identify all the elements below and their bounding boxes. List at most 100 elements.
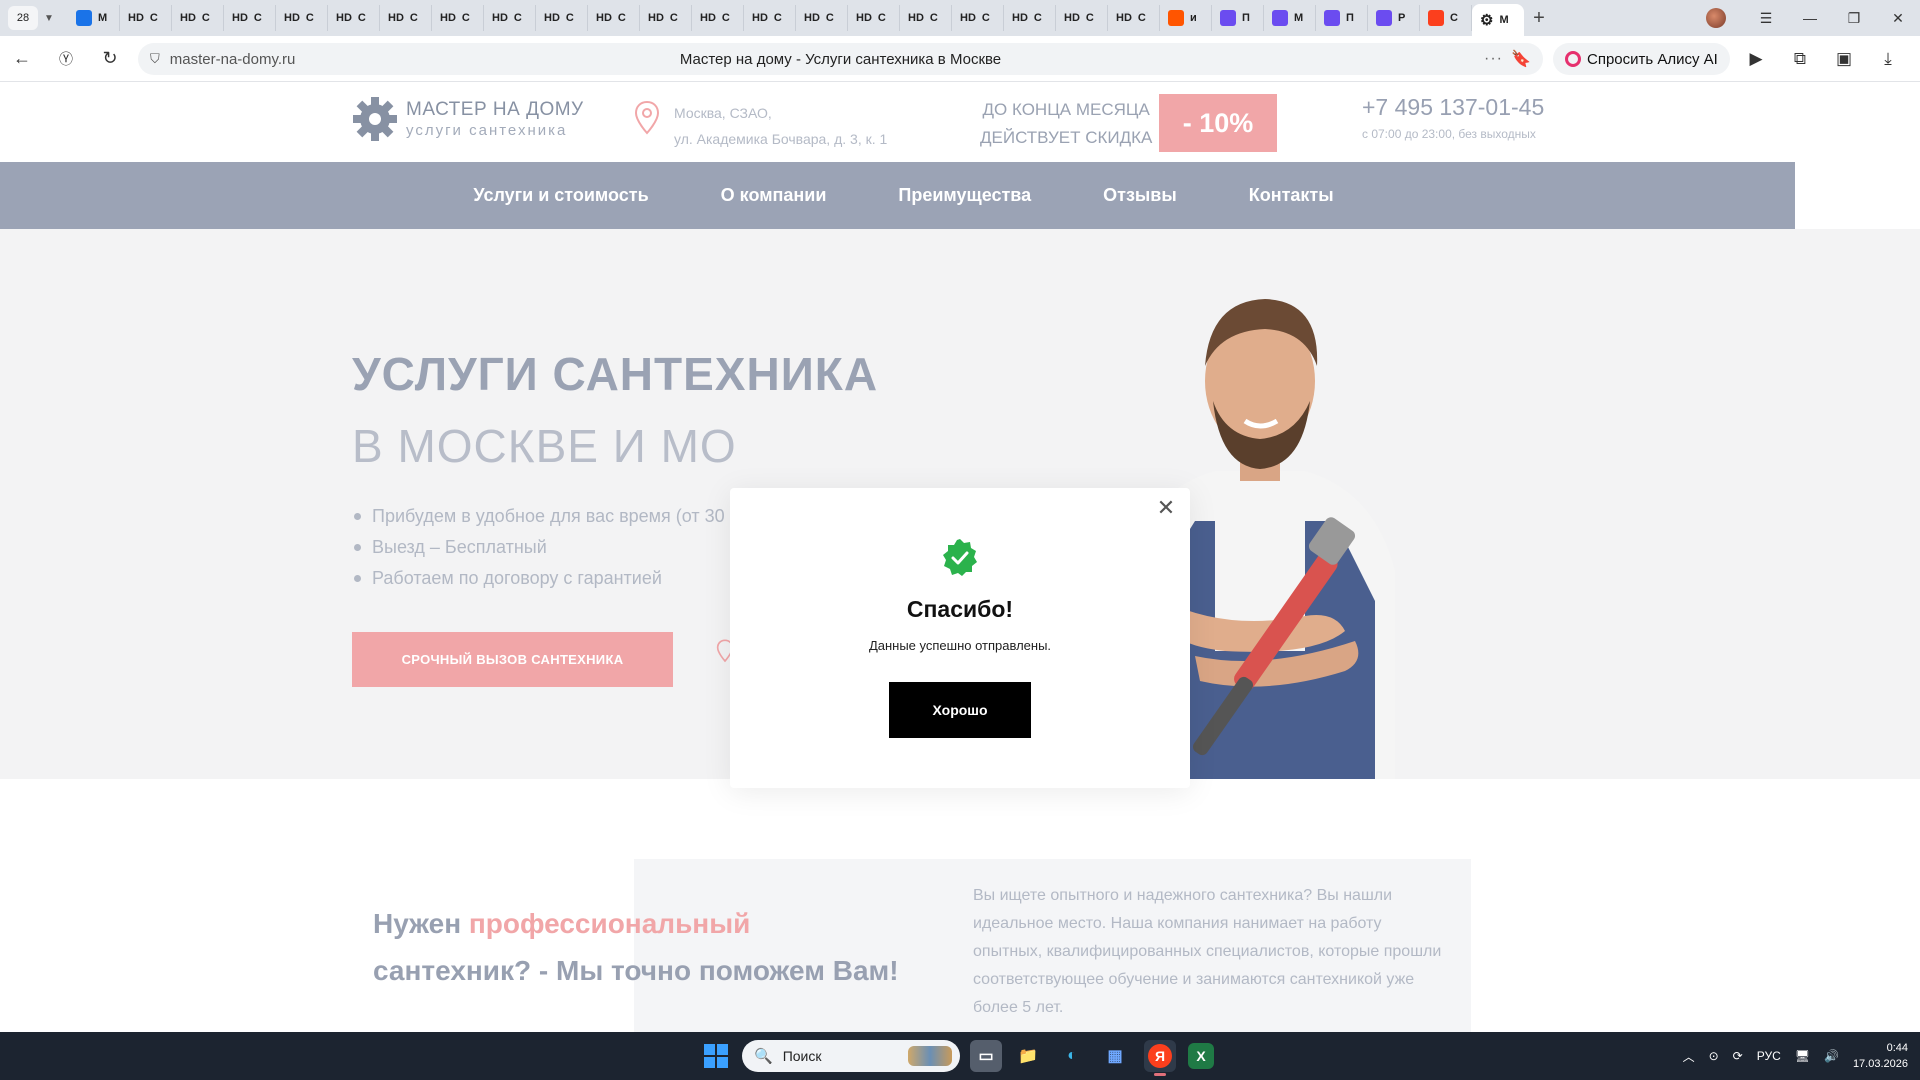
tab-label: С [357, 12, 366, 24]
clock[interactable]: 0:44 17.03.2026 [1853, 1040, 1908, 1072]
url-field[interactable]: ⛉ master-na-domy.ru Мастер на дому - Усл… [138, 43, 1543, 75]
browser-tab[interactable]: HD С [900, 5, 952, 31]
logo-title: МАСТЕР НА ДОМУ [406, 99, 584, 120]
reload-icon[interactable]: ↻ [88, 41, 132, 77]
browser-tab[interactable]: П [1316, 5, 1368, 31]
urgent-call-button[interactable]: СРОЧНЫЙ ВЫЗОВ САНТЕХНИКА [352, 632, 673, 687]
browser-tab[interactable]: HD С [588, 5, 640, 31]
back-icon[interactable]: ← [0, 41, 44, 77]
browser-tab[interactable]: HD С [1004, 5, 1056, 31]
menu-icon[interactable]: ☰ [1744, 10, 1788, 27]
download-icon[interactable]: ⤓ [1866, 43, 1910, 75]
task-view-icon[interactable]: ▭ [970, 1040, 1002, 1072]
clock-date: 17.03.2026 [1852, 1058, 1908, 1070]
tab-label: Р [1398, 12, 1406, 24]
browser-tab[interactable]: HD С [796, 5, 848, 31]
tab-counter[interactable]: 28 [8, 6, 38, 30]
browser-tab[interactable]: П [1212, 5, 1264, 31]
tab-active[interactable]: ⚙ М [1472, 4, 1524, 36]
tab-label: С [981, 12, 990, 24]
onedrive-icon[interactable]: ⊙ [1709, 1049, 1719, 1063]
browser-tab[interactable]: HD С [536, 5, 588, 31]
bookmark-icon[interactable]: 🔖 [1511, 49, 1531, 69]
close-icon[interactable]: ✕ [1154, 495, 1178, 520]
media-icon[interactable]: ▶ [1734, 43, 1778, 75]
browser-tab[interactable]: HD С [848, 5, 900, 31]
hd-favicon-icon: HD [232, 12, 248, 24]
yandex-browser-icon[interactable]: Я [1144, 1040, 1176, 1076]
nav-services[interactable]: Услуги и стоимость [473, 185, 648, 206]
browser-tab[interactable]: М [68, 5, 120, 31]
browser-tab[interactable]: HD С [952, 5, 1004, 31]
hd-favicon-icon: HD [1116, 12, 1132, 24]
browser-tab[interactable]: С [1420, 5, 1472, 31]
nav-advantages[interactable]: Преимущества [898, 185, 1031, 206]
excel-icon[interactable]: X [1188, 1043, 1214, 1069]
browser-tab[interactable]: HD С [120, 5, 172, 31]
browser-tab[interactable]: HD С [328, 5, 380, 31]
u-app-icon [1272, 10, 1288, 26]
sync-icon[interactable]: ⟳ [1733, 1049, 1743, 1063]
browser-tab[interactable]: HD С [484, 5, 536, 31]
hd-favicon-icon: HD [596, 12, 612, 24]
chevron-up-icon[interactable]: ︿ [1683, 1048, 1695, 1065]
file-explorer-icon[interactable]: 📁 [1012, 1040, 1044, 1072]
collections-icon[interactable]: ⧉ [1778, 43, 1822, 75]
browser-tab[interactable]: HD С [640, 5, 692, 31]
nav-about[interactable]: О компании [721, 185, 827, 206]
shield-icon[interactable]: ⛉ [150, 51, 160, 67]
browser-tab[interactable]: Р [1368, 5, 1420, 31]
hd-favicon-icon: HD [284, 12, 300, 24]
browser-tab[interactable]: HD С [432, 5, 484, 31]
tab-label: С [409, 12, 418, 24]
browser-tab[interactable]: HD С [744, 5, 796, 31]
hero-benefits: Прибудем в удобное для вас время (от 30 … [352, 501, 742, 594]
new-tab-button[interactable]: + [1524, 5, 1554, 31]
about-title-post: сантехник? - Мы точно поможем Вам! [373, 955, 899, 986]
edge-icon[interactable]: ◐ [1056, 1040, 1088, 1072]
u-app-icon [1220, 10, 1236, 26]
profile-avatar[interactable] [1706, 8, 1726, 28]
restore-icon[interactable]: ❐ [1832, 10, 1876, 27]
ok-button[interactable]: Хорошо [889, 682, 1031, 738]
tab-label: С [773, 12, 782, 24]
store-icon[interactable]: ▦ [1099, 1040, 1131, 1072]
working-hours: с 07:00 до 23:00, без выходных [1362, 127, 1536, 141]
browser-tab[interactable]: HD С [692, 5, 744, 31]
browser-tab[interactable]: HD С [276, 5, 328, 31]
browser-tab[interactable]: М [1264, 5, 1316, 31]
close-icon[interactable]: ✕ [1876, 10, 1920, 27]
windows-start-icon[interactable] [704, 1044, 728, 1068]
benefit-item: Работаем по договору с гарантией [352, 563, 742, 594]
volume-icon[interactable]: 🔊 [1824, 1049, 1839, 1063]
nav-reviews[interactable]: Отзывы [1103, 185, 1177, 206]
browser-tab[interactable]: HD С [224, 5, 276, 31]
hd-favicon-icon: HD [648, 12, 664, 24]
u-app-icon [1324, 10, 1340, 26]
ask-alice-button[interactable]: Спросить Алису AI [1553, 43, 1730, 75]
tab-label: М [1294, 12, 1304, 24]
minimize-icon[interactable]: — [1788, 10, 1832, 26]
chevron-down-icon[interactable]: ▼ [38, 6, 60, 30]
phone-number[interactable]: +7 495 137-01-45 [1362, 94, 1544, 121]
site-logo[interactable]: МАСТЕР НА ДОМУ услуги сантехника [352, 96, 584, 142]
taskbar-search[interactable]: 🔍 Поиск [742, 1040, 960, 1072]
address-line-2: ул. Академика Бочвара, д. 3, к. 1 [674, 131, 888, 147]
language-indicator[interactable]: РУС [1757, 1049, 1781, 1063]
extension-icon[interactable]: ▣ [1822, 43, 1866, 75]
network-icon[interactable]: 🖥 [1795, 1049, 1810, 1063]
tab-label: П [1242, 12, 1250, 24]
tab-label: С [1033, 12, 1042, 24]
yandex-home-icon[interactable]: Ⓨ [44, 41, 88, 77]
search-highlight-image [908, 1046, 952, 1066]
browser-tab[interactable]: HD С [380, 5, 432, 31]
browser-tab[interactable]: HD С [1108, 5, 1160, 31]
webpage: МАСТЕР НА ДОМУ услуги сантехника Москва,… [0, 82, 1920, 1032]
browser-tab[interactable]: и [1160, 5, 1212, 31]
tab-label: С [721, 12, 730, 24]
browser-tab[interactable]: HD С [172, 5, 224, 31]
browser-tab[interactable]: HD С [1056, 5, 1108, 31]
hd-favicon-icon: HD [544, 12, 560, 24]
nav-contacts[interactable]: Контакты [1249, 185, 1334, 206]
more-icon[interactable]: ··· [1484, 50, 1503, 68]
